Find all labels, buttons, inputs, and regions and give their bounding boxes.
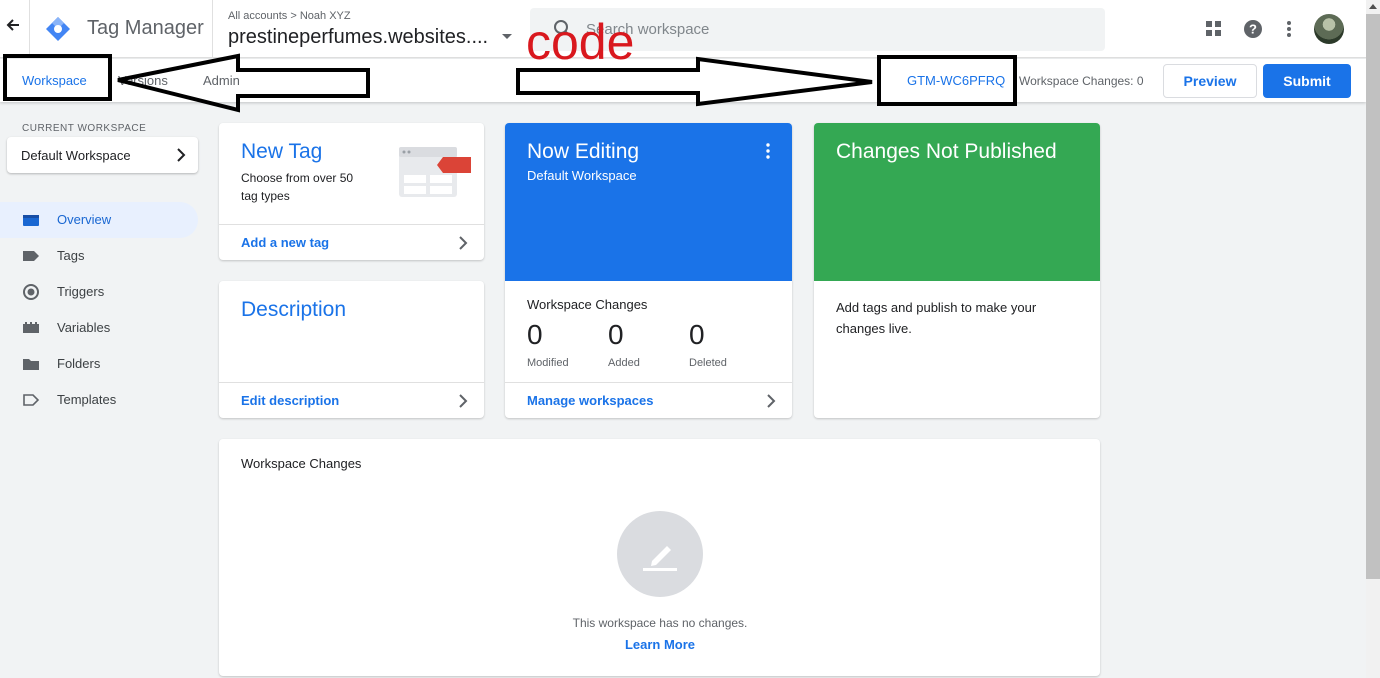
workspace-changes-title: Workspace Changes — [241, 456, 362, 471]
modified-count: 0 — [527, 319, 543, 350]
workspace-changes-label: Workspace Changes — [527, 297, 648, 312]
edit-pencil-icon — [617, 511, 703, 597]
scroll-up-arrow-icon[interactable] — [1369, 4, 1377, 9]
now-editing-header: Now Editing Default Workspace — [505, 123, 792, 281]
breadcrumb[interactable]: All accounts > Noah XYZ — [228, 10, 351, 22]
chevron-right-icon — [458, 394, 468, 408]
more-vert-icon[interactable] — [765, 143, 771, 159]
workspace-changes-card: Workspace Changes This workspace has no … — [219, 439, 1100, 676]
preview-button[interactable]: Preview — [1163, 64, 1257, 98]
sidebar-item-variables[interactable]: Variables — [0, 310, 198, 346]
overview-icon — [22, 212, 40, 228]
variables-icon — [22, 320, 40, 336]
now-editing-card: Now Editing Default Workspace Workspace … — [505, 123, 792, 418]
changes-not-published-card: Changes Not Published Add tags and publi… — [814, 123, 1100, 418]
sidebar-item-label: Overview — [57, 212, 112, 227]
search-input[interactable] — [586, 8, 1086, 51]
new-tag-footer[interactable]: Add a new tag — [219, 224, 484, 260]
app-name: Tag Manager — [87, 17, 204, 39]
new-tag-description: Choose from over 50 tag types — [241, 171, 354, 203]
tab-workspace[interactable]: Workspace — [22, 73, 87, 88]
changes-not-published-text: Add tags and publish to make your change… — [836, 300, 1037, 336]
gtm-logo-icon — [45, 16, 71, 42]
active-tab-indicator — [14, 98, 100, 101]
added-count: 0 — [608, 319, 624, 350]
add-new-tag-link[interactable]: Add a new tag — [241, 235, 329, 250]
submit-button[interactable]: Submit — [1263, 64, 1351, 98]
now-editing-title: Now Editing — [527, 140, 640, 163]
chevron-right-icon — [175, 148, 187, 162]
sidebar-item-label: Tags — [57, 248, 85, 263]
modified-label: Modified — [527, 357, 569, 369]
description-footer[interactable]: Edit description — [219, 382, 484, 418]
chevron-right-icon — [458, 236, 468, 250]
more-vert-icon[interactable] — [1281, 19, 1297, 39]
svg-text:?: ? — [1249, 22, 1257, 37]
sidebar-item-triggers[interactable]: Triggers — [0, 274, 198, 310]
apps-grid-icon[interactable] — [1204, 19, 1224, 39]
manage-workspaces-footer[interactable]: Manage workspaces — [505, 382, 792, 418]
top-app-bar: Tag Manager All accounts > Noah XYZ pres… — [0, 0, 1366, 58]
tag-icon — [22, 248, 40, 264]
sidebar-item-label: Variables — [57, 320, 111, 335]
sidebar-item-label: Folders — [57, 356, 101, 371]
workspace-name: Default Workspace — [21, 148, 131, 163]
help-icon[interactable]: ? — [1243, 19, 1263, 39]
workspace-selector[interactable]: Default Workspace — [7, 137, 198, 173]
sidebar-item-label: Triggers — [57, 284, 105, 299]
tab-versions[interactable]: Versions — [118, 73, 168, 88]
tag-illustration-icon — [399, 147, 475, 199]
changes-not-published-header: Changes Not Published — [814, 123, 1100, 281]
new-tag-card[interactable]: New Tag Choose from over 50 tag types Ad… — [219, 123, 484, 260]
container-name[interactable]: prestineperfumes.websites.... — [228, 26, 488, 49]
back-arrow-icon[interactable] — [6, 18, 26, 40]
chevron-right-icon — [766, 394, 776, 408]
sidebar-item-label: Templates — [57, 392, 117, 407]
current-workspace-label: CURRENT WORKSPACE — [22, 123, 147, 134]
edit-description-link[interactable]: Edit description — [241, 393, 339, 408]
workspace-changes-count: Workspace Changes: 0 — [1019, 74, 1144, 88]
trigger-icon — [22, 284, 40, 300]
empty-state-text: This workspace has no changes. — [572, 616, 748, 630]
learn-more-link[interactable]: Learn More — [219, 637, 1100, 652]
header-divider — [212, 0, 213, 58]
added-label: Added — [608, 357, 640, 369]
annotation-code-label: code — [526, 14, 635, 70]
caret-down-icon[interactable] — [502, 34, 512, 39]
tab-admin[interactable]: Admin — [203, 73, 240, 88]
manage-workspaces-link[interactable]: Manage workspaces — [527, 393, 653, 408]
workspace-toolbar: Workspace Versions Admin GTM-WC6PFRQ Wor… — [0, 59, 1366, 102]
deleted-label: Deleted — [689, 357, 727, 369]
sidebar-item-folders[interactable]: Folders — [0, 346, 198, 382]
changes-not-published-title: Changes Not Published — [836, 140, 1057, 163]
description-card: Description Edit description — [219, 281, 484, 418]
avatar[interactable] — [1314, 14, 1344, 44]
container-id-link[interactable]: GTM-WC6PFRQ — [907, 73, 1005, 88]
description-title: Description — [241, 298, 347, 321]
sidebar-item-overview[interactable]: Overview — [0, 202, 198, 238]
sidebar-item-templates[interactable]: Templates — [0, 382, 198, 418]
deleted-count: 0 — [689, 319, 705, 350]
folder-icon — [22, 356, 40, 372]
new-tag-title[interactable]: New Tag — [241, 140, 322, 164]
sidebar-item-tags[interactable]: Tags — [0, 238, 198, 274]
now-editing-workspace: Default Workspace — [527, 168, 637, 183]
header-divider — [29, 0, 30, 58]
template-icon — [22, 392, 40, 408]
scrollbar-thumb[interactable] — [1366, 14, 1380, 579]
